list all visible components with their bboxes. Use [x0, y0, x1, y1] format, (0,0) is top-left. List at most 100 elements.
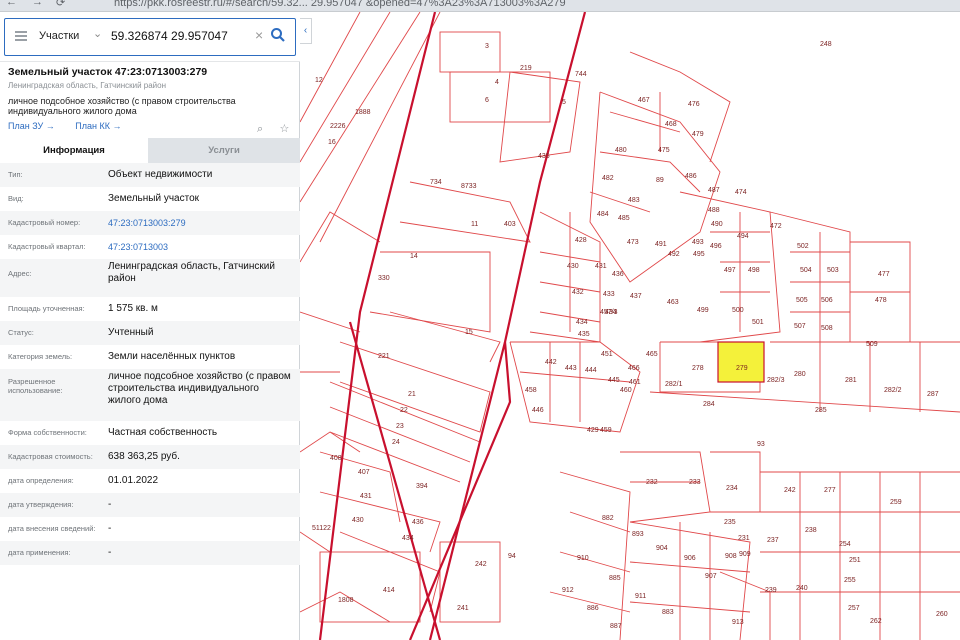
browser-url-bar[interactable]: ← → ⟳ https://pkk.rosreestr.ru/#/search/… [0, 0, 960, 12]
property-value: 01.01.2022 [108, 475, 159, 486]
parcel-number: 284 [703, 401, 715, 408]
parcel-number: 490 [711, 221, 723, 228]
property-label: Кадастровый номер: [8, 218, 81, 227]
property-value: Земельный участок [108, 193, 200, 204]
parcel-number: 5 [562, 99, 566, 106]
parcel-number-labels: 248 219 744 3 4 5 6 12 1888 2226 16 467 476 468 479 435… [312, 41, 948, 630]
url-text[interactable]: https://pkk.rosreestr.ru/#/search/59.32.… [114, 0, 566, 9]
parcel-number: 262 [870, 618, 882, 625]
parcel-number: 433 [603, 291, 615, 298]
collapse-panel-button[interactable]: ‹ [300, 18, 312, 44]
parcel-number: 435 [538, 153, 550, 160]
tab-services[interactable]: Услуги [148, 138, 300, 163]
forward-icon[interactable]: → [32, 0, 43, 8]
cadastral-map[interactable]: 248 219 744 3 4 5 6 12 1888 2226 16 467 476 468 479 435… [300, 12, 960, 640]
parcel-number: 910 [577, 555, 589, 562]
parcel-number: 475 [658, 147, 670, 154]
menu-icon[interactable] [15, 31, 27, 41]
parcel-number: 509 [866, 341, 878, 348]
search-input[interactable]: 59.326874 29.957047 [111, 29, 228, 43]
search-type-select[interactable]: Участки [39, 30, 79, 42]
parcel-number: 451 [601, 351, 613, 358]
parcel-number: 3 [485, 43, 489, 50]
parcel-number: 887 [610, 623, 622, 630]
parcel-number: 500 [732, 307, 744, 314]
parcel-number: 498 [748, 267, 760, 274]
property-label: Категория земель: [8, 352, 73, 361]
property-label: Вид: [8, 194, 24, 203]
parcel-number: 505 [796, 297, 808, 304]
property-row: Разрешенное использование: личное подсобн… [0, 369, 300, 421]
property-row: Кадастровый номер: 47:23:0713003:279 [0, 211, 300, 235]
parcel-number: 16 [328, 139, 336, 146]
parcel-number: 281 [845, 377, 857, 384]
parcel-number: 885 [609, 575, 621, 582]
parcel-number: 460 [620, 387, 632, 394]
property-label: Разрешенное использование: [8, 377, 63, 395]
zoom-to-icon[interactable]: ⌕ [257, 123, 269, 135]
parcel-number: 93 [757, 441, 765, 448]
parcel-number: 255 [844, 577, 856, 584]
parcel-number: 908 [725, 553, 737, 560]
chevron-down-icon[interactable]: ⌄ [93, 27, 102, 40]
parcel-number: 437 [630, 293, 642, 300]
parcel-number: 260 [936, 611, 948, 618]
property-value: 1 575 кв. м [108, 303, 158, 314]
parcel-number: 463 [667, 299, 679, 306]
plan-kk-link[interactable]: План КК → [75, 121, 121, 131]
parcel-number: 501 [752, 319, 764, 326]
property-row: Статус: Учтенный [0, 321, 300, 345]
reload-icon[interactable]: ⟳ [56, 0, 65, 9]
parcel-number: 473 [627, 239, 639, 246]
parcel-number: 4 [495, 79, 499, 86]
parcel-number: 6 [485, 97, 489, 104]
parcel-number: 912 [562, 587, 574, 594]
parcel-number: 476 [688, 101, 700, 108]
property-value: личное подсобное хозяйство (с правом стр… [108, 371, 291, 406]
plan-zu-link[interactable]: План ЗУ → [8, 121, 55, 131]
property-value: - [108, 523, 112, 534]
tab-info[interactable]: Информация [0, 138, 148, 163]
parcel-number: 496 [710, 243, 722, 250]
parcel-number: 465 [646, 351, 658, 358]
parcel-number: 21 [408, 391, 416, 398]
property-value: Частная собственность [108, 427, 218, 438]
parcel-number: 231 [738, 535, 750, 542]
parcel-number: 467 [638, 97, 650, 104]
parcel-number: 909 [739, 551, 751, 558]
parcel-number: 14 [410, 253, 418, 260]
parcel-number: 242 [475, 561, 487, 568]
parcel-number: 486 [685, 173, 697, 180]
back-icon[interactable]: ← [6, 0, 17, 8]
property-row: Кадастровый квартал: 47:23:0713003 [0, 235, 300, 259]
parcel-number: 240 [796, 585, 808, 592]
clear-icon[interactable]: × [255, 27, 263, 43]
info-panel: Участки ⌄ 59.326874 29.957047 × Земельны… [0, 12, 300, 640]
parcel-number: 504 [800, 267, 812, 274]
parcel-number: 414 [383, 587, 395, 594]
plan-links: План ЗУ → План КК → [8, 121, 139, 131]
parcel-number: 893 [632, 531, 644, 538]
parcel-number: 278 [692, 365, 704, 372]
parcel-number: 1888 [355, 109, 371, 116]
parcel-number: 503 [827, 267, 839, 274]
parcel-number: 436 [412, 519, 424, 526]
parcel-number: 494 [737, 233, 749, 240]
parcel-number: 257 [848, 605, 860, 612]
parcel-number: 431 [360, 493, 372, 500]
parcel-number: 482 [602, 175, 614, 182]
search-icon[interactable] [270, 27, 286, 43]
parcel-number: 22 [400, 407, 408, 414]
parcel-number: 485 [618, 215, 630, 222]
parcel-number: 282/2 [884, 387, 902, 394]
parcel-number: 431 [595, 263, 607, 270]
favorite-star-icon[interactable]: ☆ [279, 122, 291, 135]
parcel-number: 507 [794, 323, 806, 330]
parcel-number: 238 [805, 527, 817, 534]
property-row: дата внесения сведений: - [0, 517, 300, 541]
parcel-number: 911 [635, 593, 646, 600]
property-value-link[interactable]: 47:23:0713003 [108, 241, 293, 253]
property-value-link[interactable]: 47:23:0713003:279 [108, 217, 293, 229]
parcel-number: 446 [532, 407, 544, 414]
info-tabs: Информация Услуги [0, 138, 300, 163]
